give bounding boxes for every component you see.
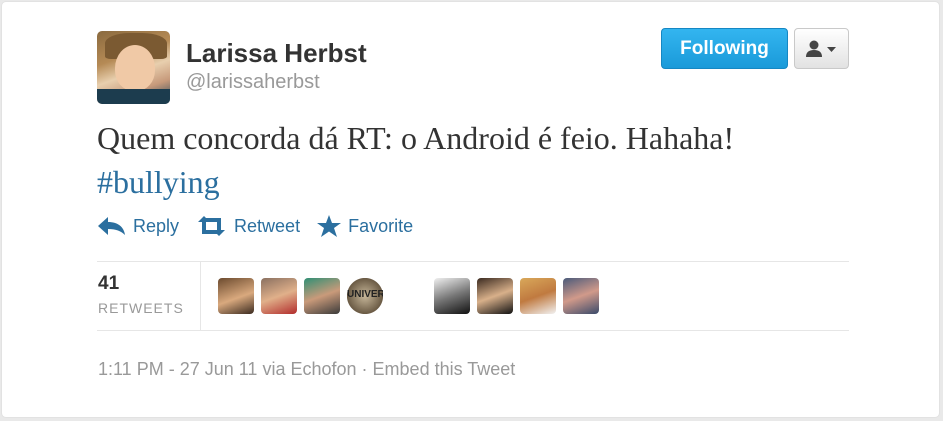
tweet-card: Larissa Herbst @larissaherbst Following … xyxy=(1,1,940,418)
retweeter-avatar[interactable] xyxy=(304,278,340,314)
divider xyxy=(97,330,849,331)
divider xyxy=(97,261,849,262)
tweet-source: via Echofon xyxy=(262,359,357,379)
retweet-label: Retweet xyxy=(234,215,301,236)
reply-icon xyxy=(98,217,125,235)
user-dropdown-icon xyxy=(805,40,836,57)
retweeter-avatar[interactable] xyxy=(520,278,556,314)
retweets-count[interactable]: 41 xyxy=(98,273,119,295)
retweets-label: RETWEETS xyxy=(98,300,184,316)
retweeter-avatar[interactable] xyxy=(261,278,297,314)
favorite-button[interactable]: Favorite xyxy=(317,215,413,237)
tweet-timestamp[interactable]: 1:11 PM - 27 Jun 11 xyxy=(98,359,257,379)
user-actions-button[interactable] xyxy=(794,28,849,69)
retweet-icon xyxy=(198,216,226,236)
retweeter-avatar[interactable] xyxy=(563,278,599,314)
embed-tweet-link[interactable]: Embed this Tweet xyxy=(373,359,516,379)
retweeter-avatar[interactable] xyxy=(218,278,254,314)
stats-separator xyxy=(200,262,201,330)
reply-label: Reply xyxy=(133,215,180,236)
hashtag-link[interactable]: #bullying xyxy=(97,164,220,200)
retweeter-avatar[interactable] xyxy=(477,278,513,314)
tweet-text: Quem concorda dá RT: o Android é feio. H… xyxy=(97,116,857,204)
retweeter-avatar[interactable] xyxy=(434,278,470,314)
reply-button[interactable]: Reply xyxy=(97,216,179,237)
tweet-actions: Reply Retweet Favorite xyxy=(97,215,430,237)
tweet-body: Quem concorda dá RT: o Android é feio. H… xyxy=(97,120,735,156)
retweet-button[interactable]: Retweet xyxy=(196,216,300,237)
favorite-label: Favorite xyxy=(348,215,414,236)
following-button[interactable]: Following xyxy=(661,28,788,69)
retweeter-avatar[interactable]: UNIVER xyxy=(347,278,383,314)
user-name[interactable]: Larissa Herbst xyxy=(186,38,367,69)
footer-separator: · xyxy=(361,359,368,379)
tweet-footer: 1:11 PM - 27 Jun 11 via Echofon · Embed … xyxy=(98,359,515,380)
user-handle[interactable]: @larissaherbst xyxy=(186,71,320,94)
user-avatar[interactable] xyxy=(97,31,170,104)
star-icon xyxy=(317,215,342,237)
